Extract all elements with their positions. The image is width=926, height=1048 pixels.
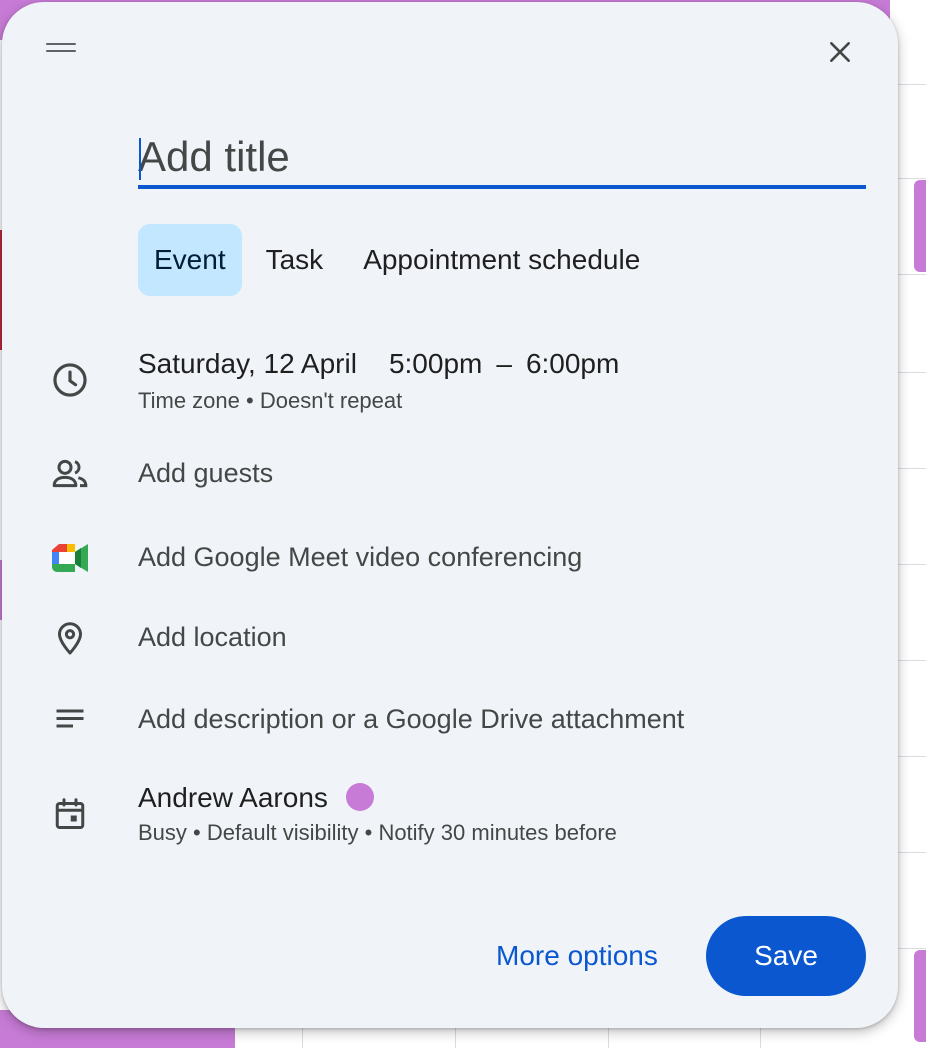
grid-line	[760, 1025, 761, 1048]
grid-line	[302, 1025, 303, 1048]
background-event-block	[914, 950, 926, 1042]
location-pin-icon	[46, 614, 94, 662]
tab-event[interactable]: Event	[138, 224, 242, 296]
bullet-separator: •	[364, 820, 373, 845]
grid-line	[455, 1025, 456, 1048]
bullet-separator: •	[246, 388, 254, 413]
timezone-link[interactable]: Time zone	[138, 388, 240, 413]
repeat-dropdown[interactable]: Doesn't repeat	[260, 388, 402, 413]
more-options-button[interactable]: More options	[492, 926, 662, 986]
clock-icon	[46, 356, 94, 404]
background-event-block	[914, 180, 926, 272]
title-underline	[138, 185, 866, 189]
add-guests-label: Add guests	[138, 458, 274, 488]
end-time-picker[interactable]: 6:00pm	[526, 348, 619, 379]
visibility-label: Default visibility	[206, 820, 359, 845]
event-type-tabs: Event Task Appointment schedule	[138, 224, 664, 296]
bullet-separator: •	[193, 820, 201, 845]
start-time-picker[interactable]: 5:00pm	[389, 348, 482, 379]
grid-line	[608, 1025, 609, 1048]
google-meet-icon	[46, 534, 94, 582]
time-separator: –	[496, 348, 512, 379]
tab-task[interactable]: Task	[250, 224, 340, 296]
tab-appointment-schedule[interactable]: Appointment schedule	[347, 224, 656, 296]
add-location-row[interactable]: Add location	[2, 612, 898, 668]
close-button[interactable]	[818, 30, 862, 74]
drag-handle-icon[interactable]	[46, 43, 76, 57]
calendar-subline: Busy • Default visibility • Notify 30 mi…	[138, 820, 617, 846]
calendar-owner-line: Andrew Aarons	[138, 782, 374, 814]
quick-event-dialog: Event Task Appointment schedule Saturday…	[2, 2, 898, 1028]
title-input[interactable]	[138, 128, 866, 186]
text-caret	[139, 138, 141, 180]
add-description-row[interactable]: Add description or a Google Drive attach…	[2, 694, 898, 750]
availability-label: Busy	[138, 820, 187, 845]
calendar-color-dot[interactable]	[345, 782, 374, 811]
title-field	[138, 128, 866, 190]
date-picker[interactable]: Saturday, 12 April	[138, 348, 357, 379]
calendar-icon	[46, 790, 94, 838]
add-description-label: Add description or a Google Drive attach…	[138, 704, 685, 734]
close-icon	[830, 42, 850, 62]
datetime-subline: Time zone • Doesn't repeat	[138, 388, 402, 414]
datetime-line: Saturday, 12 April 5:00pm –6:00pm	[138, 348, 619, 380]
notes-icon	[46, 696, 94, 744]
people-icon	[46, 450, 94, 498]
add-location-label: Add location	[138, 622, 287, 652]
save-button[interactable]: Save	[706, 916, 866, 996]
add-meet-row[interactable]: Add Google Meet video conferencing	[2, 532, 898, 588]
add-meet-label: Add Google Meet video conferencing	[138, 542, 583, 572]
notification-label: Notify 30 minutes before	[378, 820, 617, 845]
calendar-owner-name: Andrew Aarons	[138, 782, 328, 813]
add-guests-row[interactable]: Add guests	[2, 448, 898, 504]
